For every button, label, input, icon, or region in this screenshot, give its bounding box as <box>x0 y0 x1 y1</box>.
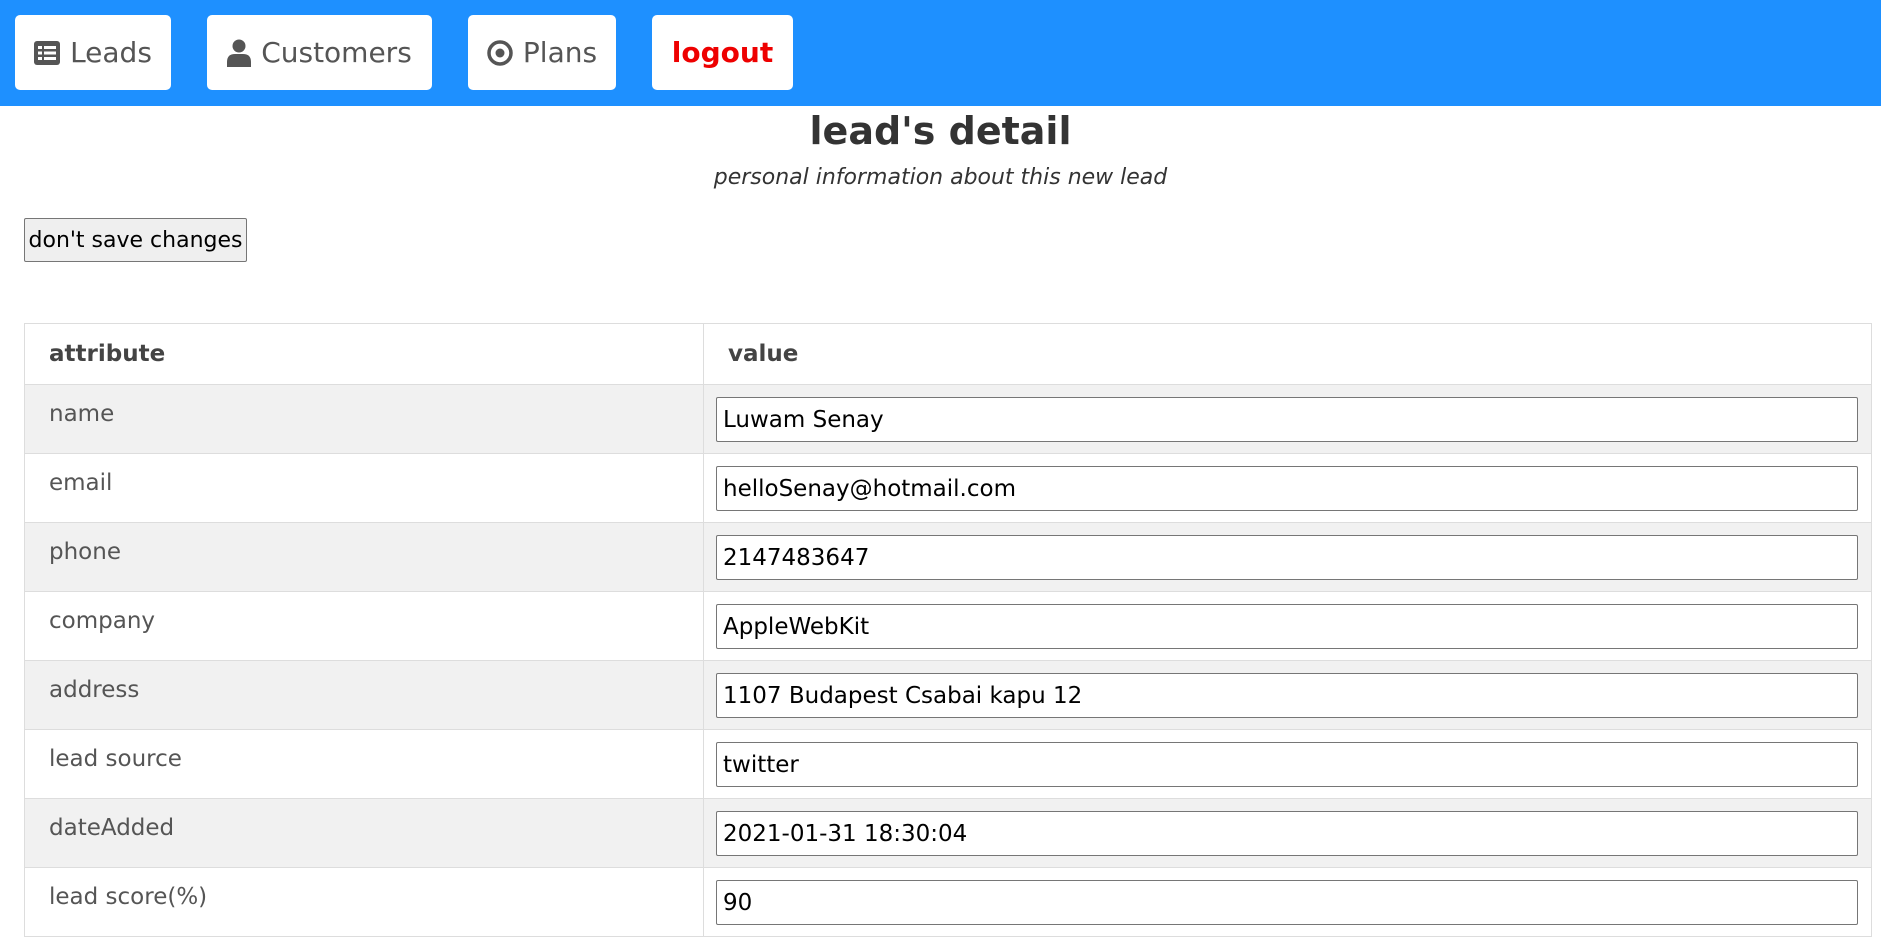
logout-label: logout <box>671 36 774 69</box>
nav-customers-button[interactable]: Customers <box>207 15 432 90</box>
table-row: email <box>24 453 1872 523</box>
value-column-header: value <box>703 323 1872 385</box>
lead-score-input[interactable] <box>716 880 1858 925</box>
top-navbar: Leads Customers Plans logout <box>0 0 1881 106</box>
logout-button[interactable]: logout <box>652 15 793 90</box>
dont-save-changes-button[interactable]: don't save changes <box>24 218 247 262</box>
attribute-phone-label: phone <box>24 522 704 592</box>
lead-source-input[interactable] <box>716 742 1858 787</box>
nav-leads-button[interactable]: Leads <box>15 15 171 90</box>
list-icon <box>34 40 61 65</box>
user-icon <box>227 39 252 67</box>
nav-customers-label: Customers <box>261 36 412 69</box>
name-input[interactable] <box>716 397 1858 442</box>
company-input[interactable] <box>716 604 1858 649</box>
attribute-address-label: address <box>24 660 704 730</box>
table-row: address <box>24 660 1872 730</box>
attribute-company-label: company <box>24 591 704 661</box>
nav-plans-button[interactable]: Plans <box>468 15 616 90</box>
attribute-lead-score-label: lead score(%) <box>24 867 704 937</box>
table-row: dateAdded <box>24 798 1872 868</box>
table-header-row: attribute value <box>24 323 1872 385</box>
nav-leads-label: Leads <box>70 36 152 69</box>
table-row: company <box>24 591 1872 661</box>
lead-detail-table: attribute value name email phone company… <box>24 323 1872 937</box>
attribute-email-label: email <box>24 453 704 523</box>
attribute-column-header: attribute <box>24 323 704 385</box>
target-icon <box>487 39 513 66</box>
phone-input[interactable] <box>716 535 1858 580</box>
attribute-name-label: name <box>24 384 704 454</box>
attribute-lead-source-label: lead source <box>24 729 704 799</box>
date-added-input[interactable] <box>716 811 1858 856</box>
table-row: lead score(%) <box>24 867 1872 937</box>
nav-plans-label: Plans <box>522 36 598 69</box>
page-title: lead's detail <box>809 109 1072 153</box>
table-row: lead source <box>24 729 1872 799</box>
page-subtitle: personal information about this new lead <box>713 165 1168 190</box>
email-input[interactable] <box>716 466 1858 511</box>
table-row: name <box>24 384 1872 454</box>
address-input[interactable] <box>716 673 1858 718</box>
table-row: phone <box>24 522 1872 592</box>
attribute-date-added-label: dateAdded <box>24 798 704 868</box>
